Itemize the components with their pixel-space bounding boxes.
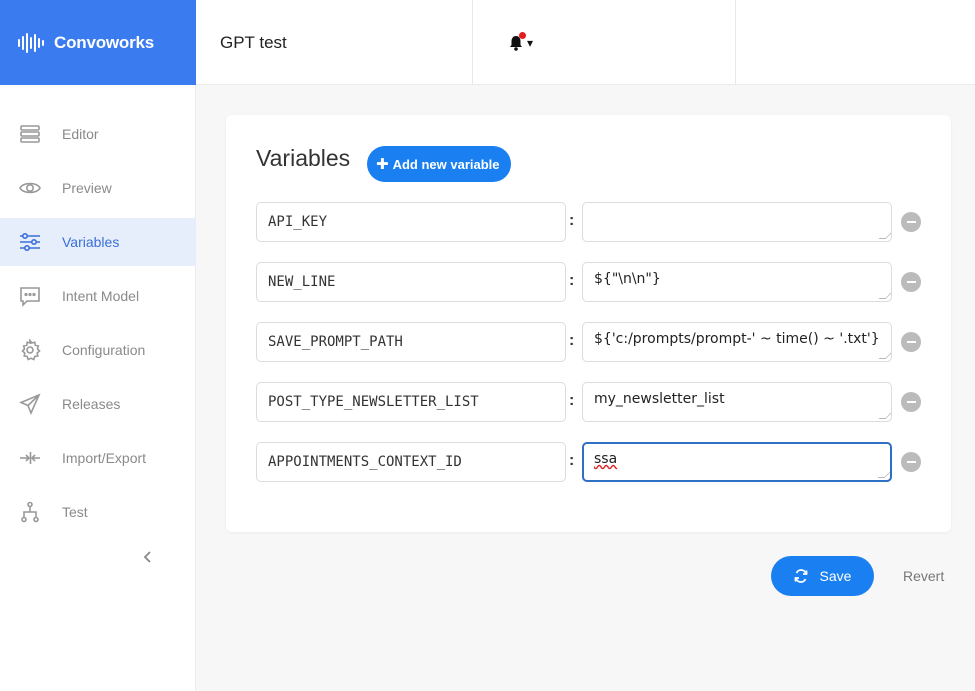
variable-row: NEW_LINE : ${"\n\n"} bbox=[256, 262, 926, 302]
sidebar-item-label: Releases bbox=[62, 396, 121, 412]
sidebar-item-configuration[interactable]: Configuration bbox=[0, 326, 196, 374]
variable-value-text: ${'c:/prompts/prompt-' ~ time() ~ '.txt'… bbox=[594, 331, 880, 347]
chevron-down-icon: ▾ bbox=[527, 35, 534, 50]
variable-row: API_KEY : bbox=[256, 202, 926, 242]
variable-row: APPOINTMENTS_CONTEXT_ID : ssa bbox=[256, 442, 926, 482]
sidebar-item-label: Test bbox=[62, 504, 88, 520]
variable-name-input[interactable]: SAVE_PROMPT_PATH bbox=[256, 322, 566, 362]
sidebar-item-label: Intent Model bbox=[62, 288, 140, 304]
minus-icon bbox=[906, 401, 916, 403]
sidebar-item-label: Configuration bbox=[62, 342, 146, 358]
variable-value-textarea[interactable]: my_newsletter_list bbox=[582, 382, 892, 422]
collapse-sidebar-button[interactable] bbox=[140, 547, 156, 567]
notification-dot bbox=[519, 31, 526, 39]
app-title: GPT test bbox=[220, 32, 287, 52]
resize-handle[interactable] bbox=[878, 352, 891, 359]
remove-variable-button[interactable] bbox=[901, 452, 921, 472]
revert-button[interactable]: Revert bbox=[903, 568, 944, 584]
resize-handle[interactable] bbox=[878, 232, 891, 239]
sidebar-item-import-export[interactable]: Import/Export bbox=[0, 434, 196, 482]
page-title: Variables bbox=[256, 145, 351, 171]
sidebar-item-preview[interactable]: Preview bbox=[0, 164, 196, 212]
separator: : bbox=[569, 452, 575, 469]
stack-icon bbox=[19, 123, 41, 145]
add-variable-label: Add new variable bbox=[392, 156, 500, 172]
variables-card: Variables ✚ Add new variable API_KEY : N… bbox=[226, 115, 951, 532]
remove-variable-button[interactable] bbox=[901, 332, 921, 352]
top-bar: GPT test ▾ bbox=[196, 0, 975, 85]
notifications-dropdown[interactable]: ▾ bbox=[509, 0, 533, 85]
sidebar-item-label: Editor bbox=[62, 126, 99, 142]
separator: : bbox=[569, 212, 575, 229]
resize-handle[interactable] bbox=[878, 412, 891, 419]
save-label: Save bbox=[819, 568, 852, 584]
separator: : bbox=[569, 332, 575, 349]
sidebar-item-intent-model[interactable]: Intent Model bbox=[0, 272, 196, 320]
chevron-left-icon bbox=[143, 551, 151, 563]
brand-name: Convoworks bbox=[54, 32, 155, 52]
sidebar-item-label: Preview bbox=[62, 180, 112, 196]
variable-name-input[interactable]: NEW_LINE bbox=[256, 262, 566, 302]
variable-value-textarea[interactable]: ssa bbox=[582, 442, 892, 482]
add-variable-button[interactable]: ✚ Add new variable bbox=[367, 146, 511, 182]
separator: : bbox=[569, 272, 575, 289]
waveform-logo-icon bbox=[18, 32, 44, 53]
variable-name-input[interactable]: POST_TYPE_NEWSLETTER_LIST bbox=[256, 382, 566, 422]
eye-icon bbox=[19, 177, 41, 199]
remove-variable-button[interactable] bbox=[901, 392, 921, 412]
sidebar-item-label: Variables bbox=[62, 234, 120, 250]
sidebar-item-editor[interactable]: Editor bbox=[0, 110, 196, 158]
variable-row: POST_TYPE_NEWSLETTER_LIST : my_newslette… bbox=[256, 382, 926, 422]
sidebar-item-test[interactable]: Test bbox=[0, 488, 196, 536]
variable-value-textarea[interactable] bbox=[582, 202, 892, 242]
gear-icon bbox=[19, 339, 41, 361]
plus-icon: ✚ bbox=[376, 155, 389, 173]
bell-icon bbox=[509, 31, 526, 51]
send-icon bbox=[19, 393, 41, 415]
tree-icon bbox=[19, 501, 41, 523]
remove-variable-button[interactable] bbox=[901, 272, 921, 292]
separator: : bbox=[569, 392, 575, 409]
arrows-icon bbox=[19, 447, 41, 469]
sliders-icon bbox=[19, 231, 41, 253]
minus-icon bbox=[906, 221, 916, 223]
divider bbox=[472, 0, 473, 85]
divider bbox=[735, 0, 736, 85]
variable-name-input[interactable]: APPOINTMENTS_CONTEXT_ID bbox=[256, 442, 566, 482]
minus-icon bbox=[906, 341, 916, 343]
remove-variable-button[interactable] bbox=[901, 212, 921, 232]
variable-value-text: ${"\n\n"} bbox=[594, 271, 661, 287]
variable-value-textarea[interactable]: ${'c:/prompts/prompt-' ~ time() ~ '.txt'… bbox=[582, 322, 892, 362]
save-button[interactable]: Save bbox=[771, 556, 874, 596]
sidebar-item-label: Import/Export bbox=[62, 450, 147, 466]
variable-name-input[interactable]: API_KEY bbox=[256, 202, 566, 242]
chat-icon bbox=[19, 285, 41, 307]
minus-icon bbox=[906, 461, 916, 463]
resize-handle[interactable] bbox=[877, 471, 890, 478]
variable-value-textarea[interactable]: ${"\n\n"} bbox=[582, 262, 892, 302]
variable-row: SAVE_PROMPT_PATH : ${'c:/prompts/prompt-… bbox=[256, 322, 926, 362]
sidebar-item-variables[interactable]: Variables bbox=[0, 218, 196, 266]
minus-icon bbox=[906, 281, 916, 283]
variable-value-text: my_newsletter_list bbox=[594, 391, 725, 407]
sidebar: Editor Preview Variables Intent Model Co… bbox=[0, 85, 196, 691]
resize-handle[interactable] bbox=[878, 292, 891, 299]
brand-header[interactable]: Convoworks bbox=[0, 0, 196, 85]
sidebar-item-releases[interactable]: Releases bbox=[0, 380, 196, 428]
variable-value-text: ssa bbox=[594, 451, 618, 467]
refresh-icon bbox=[794, 569, 807, 583]
